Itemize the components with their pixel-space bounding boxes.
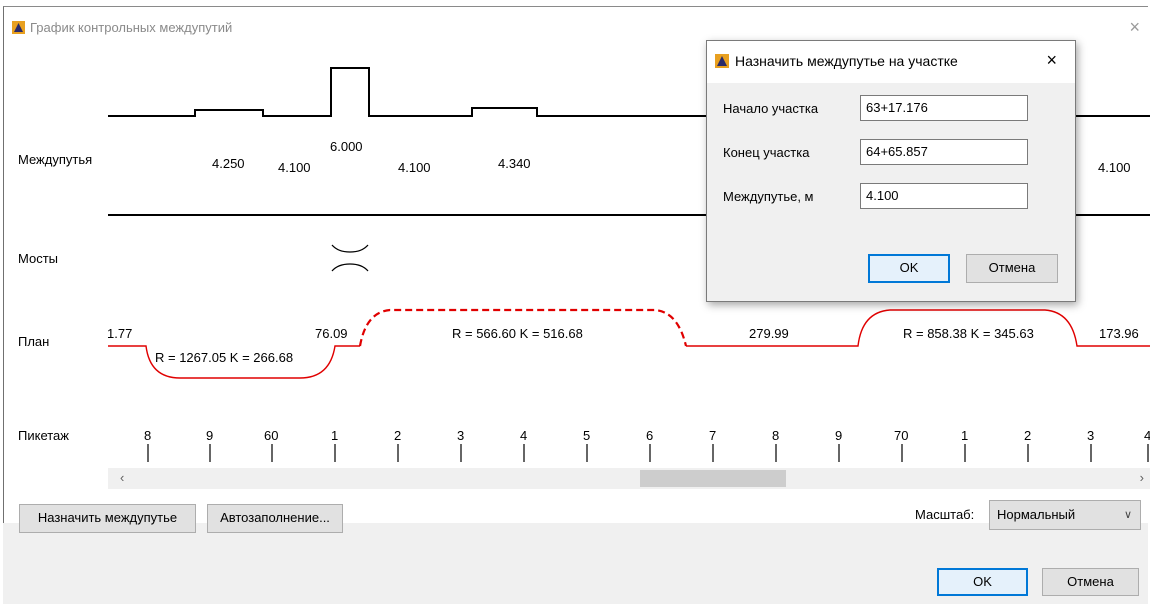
piket-label: 4 (1144, 428, 1150, 443)
piket-label: 9 (835, 428, 843, 443)
mezhdu-value-2: 4.100 (278, 160, 311, 175)
assign-mezhdu-button[interactable]: Назначить междупутье (19, 504, 196, 533)
end-field[interactable]: 64+65.857 (860, 139, 1028, 165)
dialog-ok-button[interactable]: OK (868, 254, 950, 283)
dialog-app-icon (715, 54, 729, 68)
piket-label: 1 (961, 428, 969, 443)
dialog-title-text: Назначить междупутье на участке (735, 53, 958, 69)
width-field[interactable]: 4.100 (860, 183, 1028, 209)
dialog-body: Начало участка 63+17.176 Конец участка 6… (707, 83, 1075, 265)
ok-button[interactable]: OK (937, 568, 1028, 596)
piket-label: 1 (331, 428, 339, 443)
plan-label-3: 76.09 (315, 326, 348, 341)
dialog-cancel-button[interactable]: Отмена (966, 254, 1058, 283)
mezhdu-value-1: 4.250 (212, 156, 245, 171)
start-label: Начало участка (723, 101, 819, 116)
dialog-title: Назначить междупутье на участке (715, 53, 958, 69)
plan-label-4: R = 566.60 K = 516.68 (452, 326, 583, 341)
dialog-close-icon[interactable]: × (1046, 50, 1057, 71)
piket-label: 4 (520, 428, 528, 443)
end-label: Конец участка (723, 145, 810, 160)
chevron-down-icon: ∨ (1123, 509, 1132, 521)
horizontal-scrollbar[interactable]: ‹ › (108, 468, 1150, 489)
piket-label: 6 (646, 428, 654, 443)
plan-label-7: 173.96 (1099, 326, 1139, 341)
piket-label: 60 (264, 428, 279, 443)
piket-label: 9 (206, 428, 214, 443)
mezhdu-profile-line (108, 67, 706, 117)
scale-select[interactable]: Нормальный ∨ (989, 500, 1141, 530)
piket-label: 2 (394, 428, 402, 443)
piket-label: 70 (894, 428, 909, 443)
cancel-button[interactable]: Отмена (1042, 568, 1139, 596)
mezhdu-value-4: 4.100 (398, 160, 431, 175)
mezhdu-value-6: 4.100 (1098, 160, 1131, 175)
bridge-icon (331, 244, 369, 272)
piket-ticks (147, 444, 1149, 462)
scale-label: Масштаб: (915, 507, 975, 522)
piket-label: 2 (1024, 428, 1032, 443)
piket-label: 5 (583, 428, 591, 443)
piket-label: 3 (457, 428, 465, 443)
scrollbar-thumb[interactable] (640, 470, 786, 487)
scroll-left-icon[interactable]: ‹ (120, 470, 124, 485)
plan-label-6: R = 858.38 K = 345.63 (903, 326, 1034, 341)
piket-label: 3 (1087, 428, 1095, 443)
width-label: Междупутье, м (723, 189, 814, 204)
assign-dialog: Назначить междупутье на участке × Начало… (706, 40, 1076, 302)
plan-label-5: 279.99 (749, 326, 789, 341)
autofill-button[interactable]: Автозаполнение... (207, 504, 343, 533)
plan-label-2: R = 1267.05 K = 266.68 (155, 350, 294, 365)
mezhdu-value-5: 4.340 (498, 156, 531, 171)
start-field[interactable]: 63+17.176 (860, 95, 1028, 121)
scale-select-value: Нормальный (997, 507, 1076, 522)
piket-label: 8 (772, 428, 780, 443)
plan-label-1: 1.77 (107, 326, 133, 341)
scroll-right-icon[interactable]: › (1140, 470, 1144, 485)
piket-label: 7 (709, 428, 717, 443)
mezhdu-value-3: 6.000 (330, 139, 363, 154)
piket-label: 8 (144, 428, 152, 443)
